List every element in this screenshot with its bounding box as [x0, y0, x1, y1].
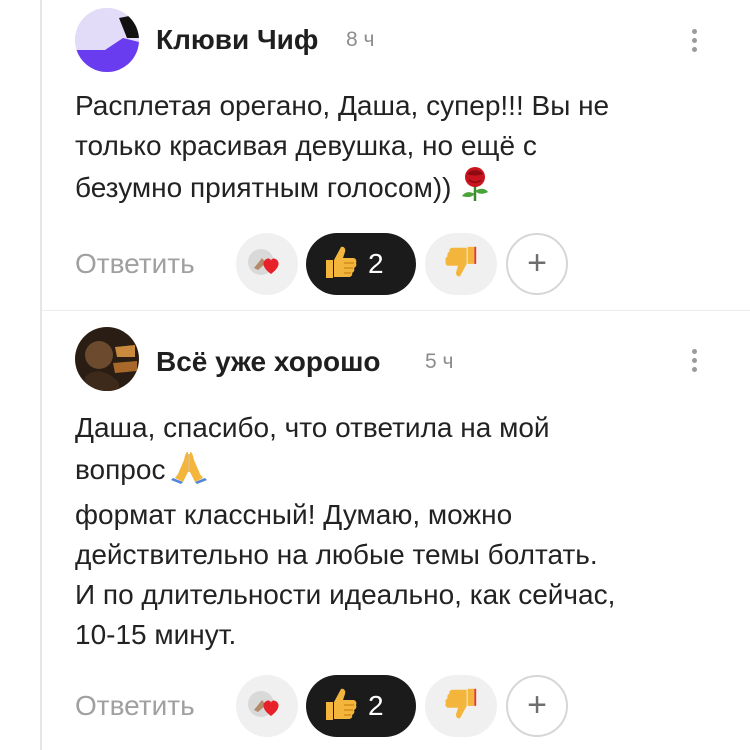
thumbs-up-icon	[320, 684, 360, 729]
plus-icon: +	[527, 686, 547, 724]
reactions-summary[interactable]	[236, 233, 298, 295]
comment-time: 8 ч	[346, 28, 375, 51]
comment-text-line: только красивая девушка, но ещё с	[75, 130, 537, 161]
reply-button[interactable]: Ответить	[75, 690, 195, 722]
add-reaction-button[interactable]: +	[506, 233, 568, 295]
comment-time: 5 ч	[425, 350, 454, 373]
praying-hands-emoji-icon	[171, 448, 208, 495]
rose-emoji-icon	[458, 166, 492, 213]
dislike-button[interactable]	[425, 675, 497, 737]
comment-text-line: действительно на любые темы болтать.	[75, 539, 598, 570]
comment-text-line-with-emoji: вопрос	[75, 448, 725, 495]
thumbs-up-icon	[320, 242, 360, 287]
comment-text-line: Расплетая орегано, Даша, супер!!! Вы не	[75, 90, 610, 121]
author-name[interactable]: Клюви Чиф	[156, 24, 318, 56]
comment-text-line: формат классный! Думаю, можно	[75, 499, 513, 530]
comment-text: Даша, спасибо, что ответила на мой вопро…	[75, 408, 725, 655]
comment: Всё уже хорошо 5 ч Даша, спасибо, что от…	[0, 322, 750, 750]
thumbs-down-icon	[442, 685, 480, 728]
thumbs-down-icon	[442, 243, 480, 286]
dislike-button[interactable]	[425, 233, 497, 295]
like-button[interactable]: 2	[306, 233, 416, 295]
comment: Клюви Чиф 8 ч Расплетая орегано, Даша, с…	[0, 0, 750, 310]
comment-text: Расплетая орегано, Даша, супер!!! Вы не …	[75, 86, 725, 213]
comment-divider	[42, 310, 750, 311]
comment-text-line: безумно приятным голосом))	[75, 171, 452, 203]
comment-text-line: Даша, спасибо, что ответила на мой	[75, 412, 550, 443]
like-button[interactable]: 2	[306, 675, 416, 737]
plus-icon: +	[527, 244, 547, 282]
reply-button[interactable]: Ответить	[75, 248, 195, 280]
reactions-hearts-icon	[245, 688, 289, 725]
reactions-hearts-icon	[245, 246, 289, 283]
comment-text-line: И по длительности идеально, как сейчас,	[75, 579, 616, 610]
comment-text-line: вопрос	[75, 453, 166, 485]
comment-text-line: 10-15 минут.	[75, 619, 237, 650]
like-count: 2	[368, 690, 384, 721]
reactions-summary[interactable]	[236, 675, 298, 737]
avatar[interactable]	[75, 8, 139, 72]
more-vertical-icon[interactable]	[686, 26, 702, 58]
avatar[interactable]	[75, 327, 139, 391]
like-count: 2	[368, 248, 384, 279]
add-reaction-button[interactable]: +	[506, 675, 568, 737]
author-name[interactable]: Всё уже хорошо	[156, 346, 381, 378]
more-vertical-icon[interactable]	[686, 346, 702, 378]
comment-text-line-with-emoji: безумно приятным голосом))	[75, 166, 725, 213]
